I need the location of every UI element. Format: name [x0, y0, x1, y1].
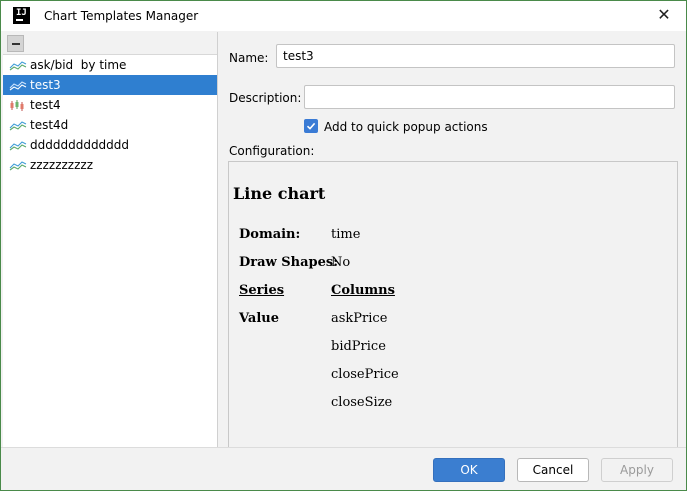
series-header: Series [239, 283, 285, 298]
template-label: ddddddddddddd [30, 138, 130, 152]
template-label: zzzzzzzzzz [30, 158, 93, 172]
line-chart-icon [9, 81, 27, 91]
column-entry: closePrice [331, 367, 399, 382]
quick-popup-label[interactable]: Add to quick popup actions [324, 120, 488, 134]
apply-button[interactable]: Apply [601, 458, 673, 482]
candlestick-chart-icon [10, 100, 24, 111]
domain-key: Domain: [239, 227, 301, 242]
quick-popup-checkbox[interactable] [304, 119, 318, 133]
line-chart-icon [9, 161, 27, 171]
configuration-preview: Line chart Domain: time Draw Shapes: No … [228, 161, 678, 447]
template-list-item[interactable]: zzzzzzzzzz [3, 155, 217, 175]
line-chart-icon [9, 141, 27, 151]
column-entry: closeSize [331, 395, 393, 410]
template-label: test4 [30, 98, 61, 112]
remove-template-button[interactable] [7, 35, 24, 52]
close-icon[interactable]: ✕ [656, 7, 672, 23]
template-list-item[interactable]: test4 [3, 95, 217, 115]
column-entry: askPrice [331, 311, 388, 326]
description-label: Description: [229, 91, 302, 105]
column-entry: bidPrice [331, 339, 386, 354]
description-input[interactable] [304, 85, 675, 109]
name-input[interactable] [276, 44, 675, 68]
name-label: Name: [229, 51, 269, 65]
draw-shapes-value: No [331, 255, 351, 270]
template-list-item[interactable]: ask/bid by time [3, 55, 217, 75]
footer-divider [1, 447, 686, 448]
domain-value: time [331, 227, 361, 242]
title-bar: IJ Chart Templates Manager ✕ [1, 1, 686, 31]
series-name: Value [239, 311, 279, 326]
line-chart-icon [9, 121, 27, 131]
template-label: ask/bid by time [30, 58, 127, 72]
template-list-item[interactable]: ddddddddddddd [3, 135, 217, 155]
template-list-item[interactable]: test3 [3, 75, 217, 95]
line-chart-icon [9, 61, 27, 71]
template-label: test3 [30, 78, 61, 92]
columns-header: Columns [331, 283, 395, 298]
window-title: Chart Templates Manager [44, 9, 199, 23]
list-toolbar [3, 32, 217, 55]
cancel-button[interactable]: Cancel [517, 458, 589, 482]
intellij-app-icon: IJ [13, 7, 30, 24]
draw-shapes-key: Draw Shapes: [239, 255, 339, 270]
templates-list-panel: ask/bid by time test3 test4 test4d ddddd… [3, 32, 218, 447]
template-list-item[interactable]: test4d [3, 115, 217, 135]
chart-type-title: Line chart [233, 184, 326, 203]
template-label: test4d [30, 118, 69, 132]
checkmark-icon [306, 122, 316, 130]
ok-button[interactable]: OK [433, 458, 505, 482]
chart-templates-dialog: IJ Chart Templates Manager ✕ ask/bid by … [0, 0, 687, 491]
configuration-label: Configuration: [229, 144, 315, 158]
templates-list: ask/bid by time test3 test4 test4d ddddd… [3, 55, 217, 175]
